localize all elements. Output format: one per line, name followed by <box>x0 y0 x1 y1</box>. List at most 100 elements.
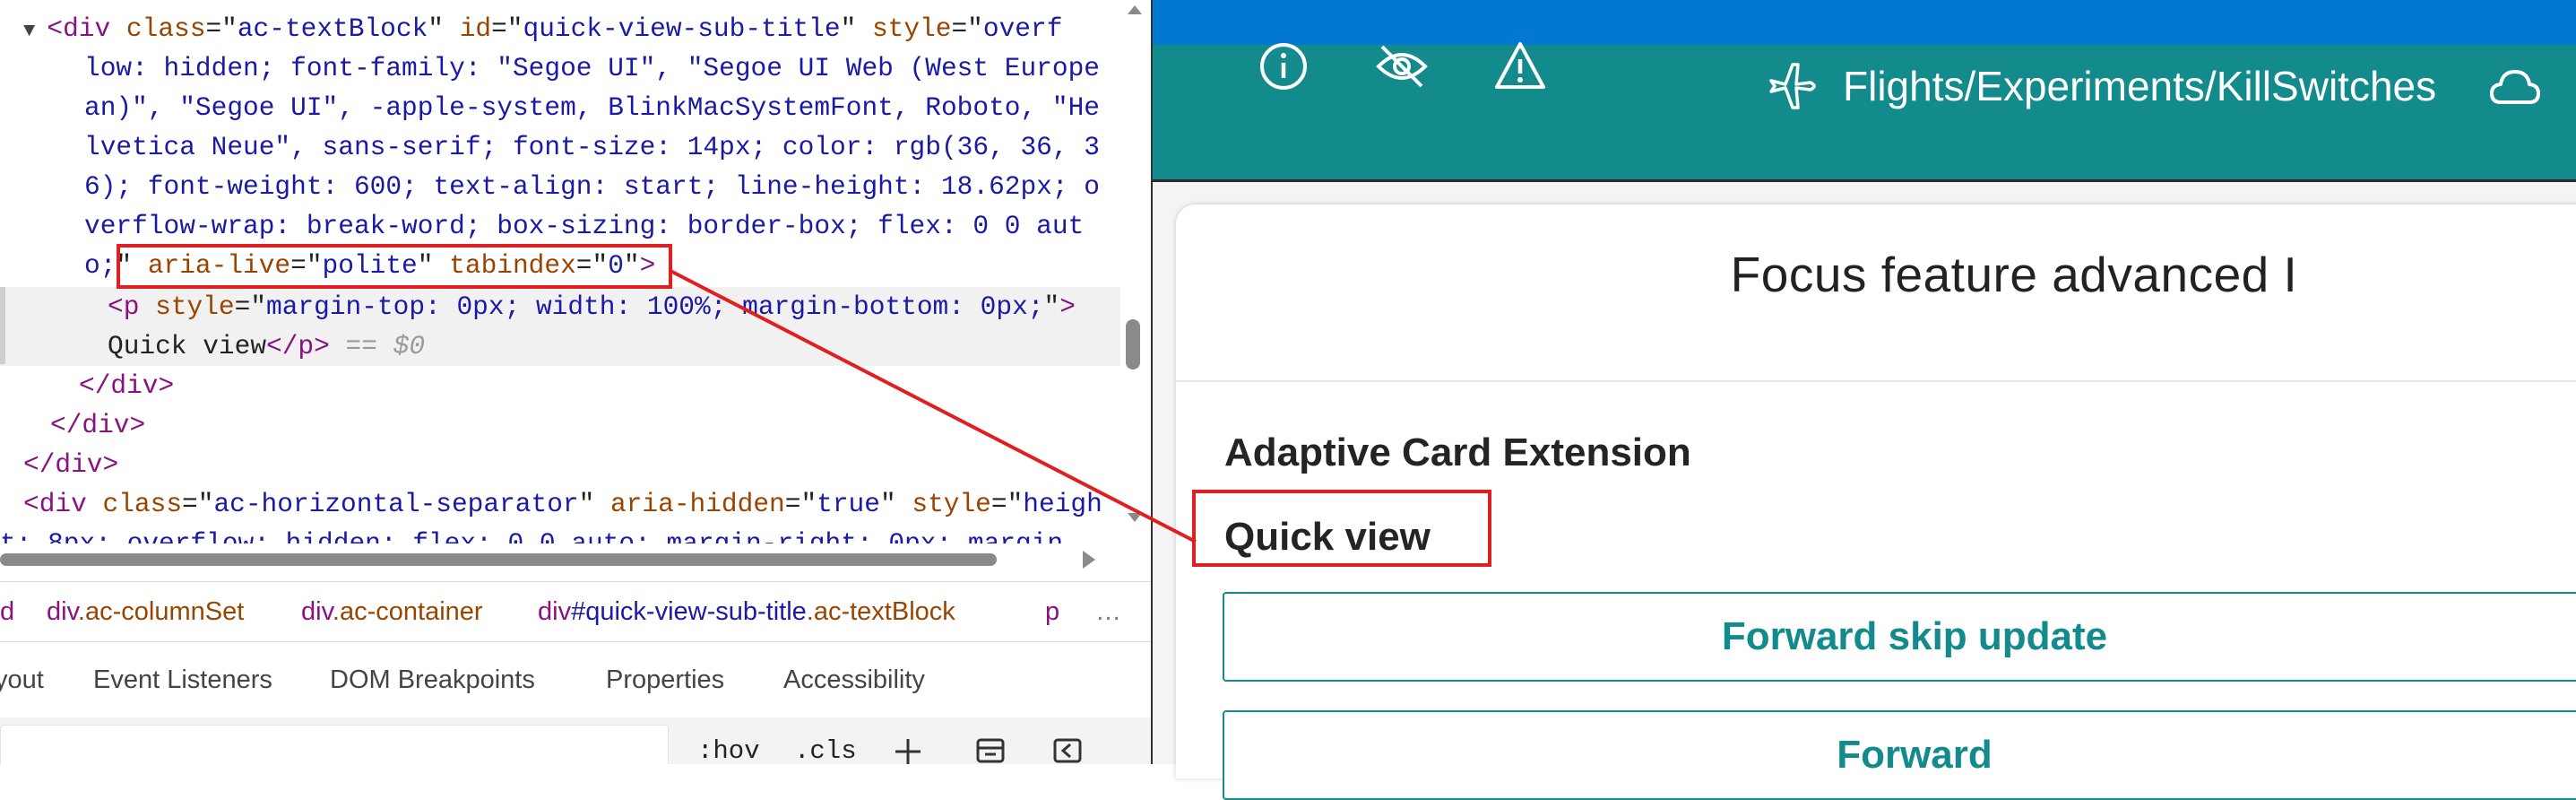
forward-button[interactable]: Forward <box>1223 710 2576 800</box>
dom-token: " <box>840 13 872 44</box>
dom-token: style <box>871 13 952 44</box>
dom-token: =" <box>784 489 817 519</box>
add-rule-icon[interactable] <box>893 737 923 764</box>
dom-token: </p> <box>266 331 330 361</box>
breadcrumb-item[interactable]: d <box>0 582 14 641</box>
scroll-down-arrow-icon[interactable] <box>1128 513 1142 522</box>
dom-token: =" <box>290 250 323 281</box>
dom-token: </div> <box>79 370 175 401</box>
devtools-subtabs: yout Event Listeners DOM Breakpoints Pro… <box>0 646 1151 714</box>
dom-token: " <box>879 489 912 519</box>
dom-token: o; <box>84 250 117 281</box>
dom-token: true <box>817 489 880 519</box>
dom-token: t: 8px; overflow: hidden; flex: 0 0 auto… <box>0 528 1064 543</box>
dom-token: " <box>1043 291 1060 322</box>
dom-token: =" <box>182 489 214 519</box>
dom-tree[interactable]: ▼ <div class="ac-textBlock" id="quick-vi… <box>0 0 1120 543</box>
cloud-icon[interactable] <box>2488 61 2542 115</box>
dom-token: 0 <box>608 250 624 281</box>
dom-token: lvetica Neue", sans-serif; font-size: 14… <box>84 132 1100 162</box>
breadcrumb-more-icon[interactable]: … <box>1095 582 1121 641</box>
dom-token: " <box>578 489 611 519</box>
dom-token: an)", "Segoe UI", -apple-system, BlinkMa… <box>84 92 1100 123</box>
dom-token: low: hidden; font-family: "Segoe UI", "S… <box>84 53 1100 83</box>
dom-token: polite <box>322 250 418 281</box>
dom-token: class <box>125 13 206 44</box>
dom-token: margin-top: 0px; width: 100%; margin-bot… <box>266 291 1044 322</box>
dom-token: " <box>623 250 640 281</box>
dom-token: </div> <box>50 410 146 440</box>
hov-toggle-button[interactable]: :hov <box>697 732 760 764</box>
dom-token: > <box>639 250 656 281</box>
airplane-icon[interactable] <box>1766 59 1820 113</box>
dom-token: " <box>428 13 460 44</box>
eye-off-icon[interactable] <box>1375 39 1429 93</box>
dom-token: tabindex <box>449 250 576 281</box>
card-divider <box>1176 380 2576 382</box>
dom-token: </div> <box>23 449 119 480</box>
styles-toolbar: :hov .cls <box>0 717 1151 764</box>
info-icon[interactable] <box>1257 39 1310 93</box>
dom-token: =" <box>951 13 983 44</box>
horizontal-scroll-thumb[interactable] <box>0 553 997 566</box>
tab-event-listeners[interactable]: Event Listeners <box>93 646 272 714</box>
cls-toggle-button[interactable]: .cls <box>794 732 857 764</box>
dom-token: <p <box>108 291 156 322</box>
computed-styles-icon[interactable] <box>975 737 1006 764</box>
breadcrumb-item[interactable]: div.ac-container <box>301 582 483 641</box>
dom-token: =" <box>990 489 1024 519</box>
dom-token: =" <box>575 250 609 281</box>
devtools-panel: ▼ <div class="ac-textBlock" id="quick-vi… <box>0 0 1151 764</box>
scroll-up-arrow-icon[interactable] <box>1128 5 1142 14</box>
dom-token: overf <box>982 13 1063 44</box>
tab-dom-breakpoints[interactable]: DOM Breakpoints <box>330 646 535 714</box>
dom-tree-vertical-scrollbar[interactable] <box>1122 0 1145 543</box>
dom-token: quick-view-sub-title <box>523 13 841 44</box>
dom-token: == $0 <box>329 331 426 361</box>
toggle-sidebar-icon[interactable] <box>1052 737 1083 764</box>
experiment-breadcrumb[interactable]: Flights/Experiments/KillSwitches <box>1843 62 2436 110</box>
quick-view-subtitle[interactable]: Quick view <box>1224 515 1431 560</box>
dom-token: ac-textBlock <box>237 13 428 44</box>
tab-properties[interactable]: Properties <box>606 646 724 714</box>
dom-token: =" <box>234 291 267 322</box>
dom-tree-line[interactable]: <p style="margin-top: 0px; width: 100%; … <box>0 287 1120 326</box>
scroll-right-arrow-icon[interactable] <box>1083 551 1095 569</box>
dom-token: ac-horizontal-separator <box>213 489 579 519</box>
breadcrumb-item[interactable]: div#quick-view-sub-title.ac-textBlock <box>538 582 955 641</box>
dom-breadcrumb: d div.ac-columnSet div.ac-container div#… <box>0 581 1151 642</box>
dom-token: =" <box>491 13 523 44</box>
app-top-bar <box>1151 0 2576 45</box>
dom-token: heigh <box>1023 489 1102 519</box>
dom-tree-horizontal-scrollbar[interactable] <box>0 545 1111 572</box>
dom-token: style <box>912 489 991 519</box>
dom-token: > <box>1059 291 1076 322</box>
expand-triangle-icon[interactable]: ▼ <box>23 20 47 42</box>
dom-token: class <box>102 489 183 519</box>
card-title: Focus feature advanced I <box>1730 247 2298 302</box>
warning-icon[interactable] <box>1493 39 1547 93</box>
dom-token: <div <box>23 489 103 519</box>
adaptive-card: Focus feature advanced I Adaptive Card E… <box>1176 204 2576 800</box>
dom-tree-line[interactable]: Quick view</p> == $0 <box>0 326 1120 366</box>
tab-layout[interactable]: yout <box>0 646 44 714</box>
breadcrumb-item[interactable]: p <box>1045 582 1059 641</box>
selected-node-gutter <box>0 287 5 364</box>
dom-token: " <box>116 250 148 281</box>
dom-token: verflow-wrap: break-word; box-sizing: bo… <box>84 211 1085 241</box>
dom-token: =" <box>205 13 238 44</box>
dom-token: aria-live <box>147 250 291 281</box>
breadcrumb-item[interactable]: div.ac-columnSet <box>47 582 244 641</box>
styles-filter-input[interactable] <box>0 725 669 764</box>
dom-token: 6); font-weight: 600; text-align: start;… <box>84 171 1100 202</box>
dom-token: " <box>417 250 450 281</box>
dom-token: <div <box>47 13 126 44</box>
vertical-scroll-thumb[interactable] <box>1126 319 1140 370</box>
card-section-title: Adaptive Card Extension <box>1224 430 1691 474</box>
dom-token: id <box>459 13 492 44</box>
dom-token: style <box>155 291 235 322</box>
forward-skip-update-button[interactable]: Forward skip update <box>1223 592 2576 682</box>
tab-accessibility[interactable]: Accessibility <box>783 646 925 714</box>
dom-token: aria-hidden <box>610 489 785 519</box>
dom-token: Quick view <box>108 331 267 361</box>
